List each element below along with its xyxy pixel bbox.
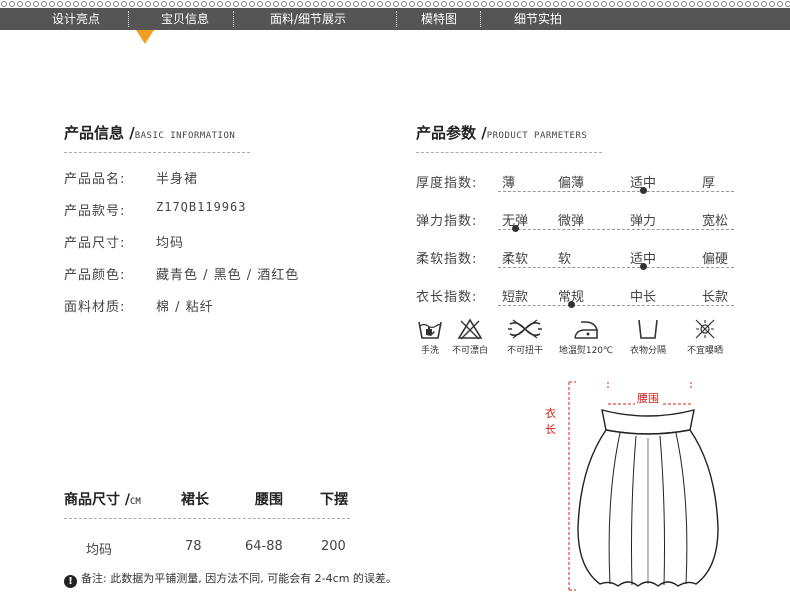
param-option: 软: [558, 252, 572, 267]
size-col-header-hem: 下摆: [320, 492, 348, 508]
separate-wash-icon: [638, 319, 658, 339]
param-label: 厚度指数:: [416, 176, 478, 191]
care-low-iron: 地温熨120℃: [556, 318, 616, 356]
param-track: [498, 191, 734, 192]
params-divider: [416, 152, 602, 153]
nav-separator: [396, 11, 397, 27]
param-row: 弹力指数: 无弹 微弹 弹力 宽松: [416, 210, 736, 250]
low-iron-icon: [574, 321, 598, 339]
param-selected-dot: [512, 225, 519, 232]
nav-top-pattern: [0, 0, 790, 8]
nav-item-model-photos[interactable]: 模特图: [421, 8, 457, 30]
info-label: 产品款号:: [64, 204, 126, 219]
no-bleach-icon: [457, 318, 483, 340]
param-option: 短款: [502, 290, 529, 305]
params-title-cn: 产品参数 /: [416, 124, 487, 142]
param-row: 柔软指数: 柔软软适中 偏硬: [416, 248, 736, 288]
param-label: 弹力指数:: [416, 214, 478, 229]
param-option: 弹力: [630, 214, 657, 229]
skirt-illustration: [568, 381, 719, 591]
info-value: 棉 / 粘纤: [156, 300, 214, 315]
info-value: 藏青色 / 黑色 / 酒红色: [156, 268, 300, 283]
params-section-title: 产品参数 /PRODUCT PARMETERS: [416, 122, 587, 143]
size-table-divider: [64, 518, 350, 519]
info-divider: [64, 152, 250, 153]
nav-item-detail-photos[interactable]: 细节实拍: [514, 8, 562, 30]
param-selected-dot: [568, 301, 575, 308]
length-label: 衣长: [545, 407, 556, 436]
size-cell-size: 均码: [86, 543, 113, 558]
param-track: [498, 267, 734, 268]
info-value: 均码: [156, 236, 185, 251]
active-nav-marker: [136, 30, 154, 44]
care-label: 衣物分隔: [629, 346, 666, 356]
param-option: 厚: [702, 176, 716, 191]
exclamation-icon: !: [64, 575, 77, 588]
params-title-en: PRODUCT PARMETERS: [486, 131, 588, 141]
param-option: 薄: [502, 176, 516, 191]
care-no-bleach: 不可漂白: [440, 318, 500, 356]
no-wring-icon: [508, 319, 542, 339]
size-cell-hem: 200: [321, 539, 346, 554]
param-option: 柔软: [502, 252, 529, 267]
care-separate-wash: 衣物分隔: [618, 318, 678, 356]
size-col-header-waist: 腰围: [255, 492, 283, 508]
info-label: 面料材质:: [64, 300, 126, 315]
note-text: 备注: 此数据为平铺测量, 因方法不同, 可能会有 2-4cm 的误差。: [81, 572, 397, 585]
param-option: 中长: [630, 290, 657, 305]
care-no-sun-dry: 不宜曝晒: [675, 318, 735, 356]
size-table-title: 商品尺寸 /CM: [64, 489, 141, 509]
skirt-diagram: 腰围 衣长: [540, 378, 730, 596]
info-section-title: 产品信息 /BASIC INFORMATION: [64, 122, 235, 143]
care-label: 不可漂白: [451, 346, 488, 356]
no-sun-dry-icon: [695, 319, 715, 339]
top-nav: 设计亮点 宝贝信息 面料/细节展示 模特图 细节实拍: [0, 8, 790, 44]
param-row: 厚度指数: 薄偏薄 适中厚: [416, 172, 736, 212]
size-table-unit: CM: [130, 497, 141, 507]
param-selected-dot: [640, 187, 647, 194]
size-col-header-length: 裙长: [181, 492, 209, 508]
waist-label: 腰围: [635, 390, 661, 406]
care-label: 不可扭干: [506, 346, 543, 356]
nav-separator: [480, 11, 481, 27]
param-label: 衣长指数:: [416, 290, 478, 305]
param-option: 偏硬: [702, 252, 729, 267]
param-option: 长款: [702, 290, 729, 305]
param-track: [498, 229, 734, 230]
info-title-en: BASIC INFORMATION: [134, 131, 236, 141]
param-label: 柔软指数:: [416, 252, 478, 267]
param-option: 宽松: [702, 214, 729, 229]
measurement-note: ! 备注: 此数据为平铺测量, 因方法不同, 可能会有 2-4cm 的误差。: [64, 570, 397, 588]
nav-separator: [233, 11, 234, 27]
param-option: 偏薄: [558, 176, 585, 191]
nav-item-fabric-details[interactable]: 面料/细节展示: [270, 8, 346, 30]
nav-separator: [128, 11, 129, 27]
param-track: [498, 305, 734, 306]
size-cell-waist: 64-88: [245, 539, 283, 554]
info-label: 产品品名:: [64, 172, 126, 187]
param-selected-dot: [640, 263, 647, 270]
info-value: 半身裙: [156, 172, 199, 187]
info-label: 产品尺寸:: [64, 236, 126, 251]
info-label: 产品颜色:: [64, 268, 126, 283]
info-value: Z17QB119963: [156, 200, 247, 214]
size-table-title-cn: 商品尺寸 /: [64, 492, 130, 508]
nav-item-product-info[interactable]: 宝贝信息: [161, 8, 209, 30]
param-option: 微弹: [558, 214, 585, 229]
care-label: 不宜曝晒: [686, 346, 723, 356]
size-cell-length: 78: [185, 539, 202, 554]
nav-item-design-highlights[interactable]: 设计亮点: [52, 8, 100, 30]
care-no-wring: 不可扭干: [495, 318, 555, 356]
care-label: 地温熨120℃: [558, 346, 614, 356]
info-title-cn: 产品信息 /: [64, 124, 135, 142]
